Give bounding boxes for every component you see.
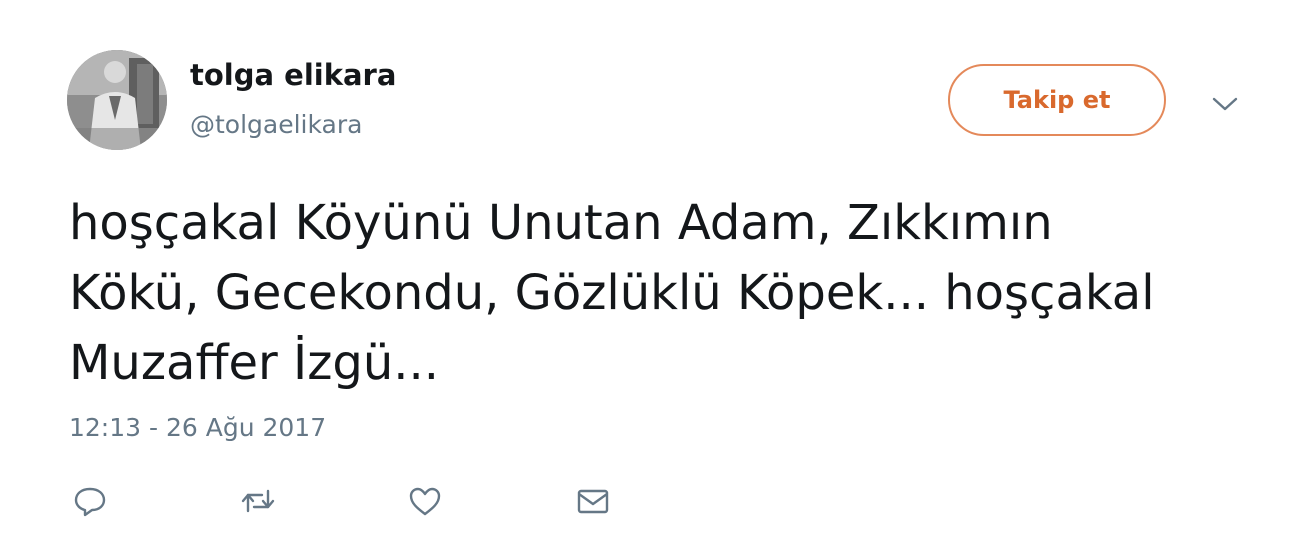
follow-button-label: Takip et	[1003, 86, 1111, 114]
heart-icon[interactable]	[405, 483, 445, 519]
reply-icon[interactable]	[70, 483, 110, 519]
profile-photo-icon	[67, 50, 167, 150]
follow-button[interactable]: Takip et	[948, 64, 1166, 136]
user-handle[interactable]: @tolgaelikara	[190, 110, 362, 139]
tweet-timestamp[interactable]: 12:13 - 26 Ağu 2017	[69, 413, 326, 442]
tweet-text: hoşçakal Köyünü Unutan Adam, Zıkkımın Kö…	[69, 188, 1249, 398]
avatar[interactable]	[67, 50, 167, 150]
envelope-icon[interactable]	[573, 483, 613, 519]
display-name[interactable]: tolga elikara	[190, 58, 396, 92]
tweet-card: tolga elikara @tolgaelikara Takip et hoş…	[0, 0, 1292, 555]
retweet-icon[interactable]	[238, 483, 278, 519]
tweet-line: Kökü, Gecekondu, Gözlüklü Köpek... hoşça…	[69, 265, 1155, 321]
chevron-down-icon[interactable]	[1208, 92, 1242, 116]
tweet-line: hoşçakal Köyünü Unutan Adam, Zıkkımın	[69, 195, 1053, 251]
tweet-line: Muzaffer İzgü...	[69, 335, 440, 391]
